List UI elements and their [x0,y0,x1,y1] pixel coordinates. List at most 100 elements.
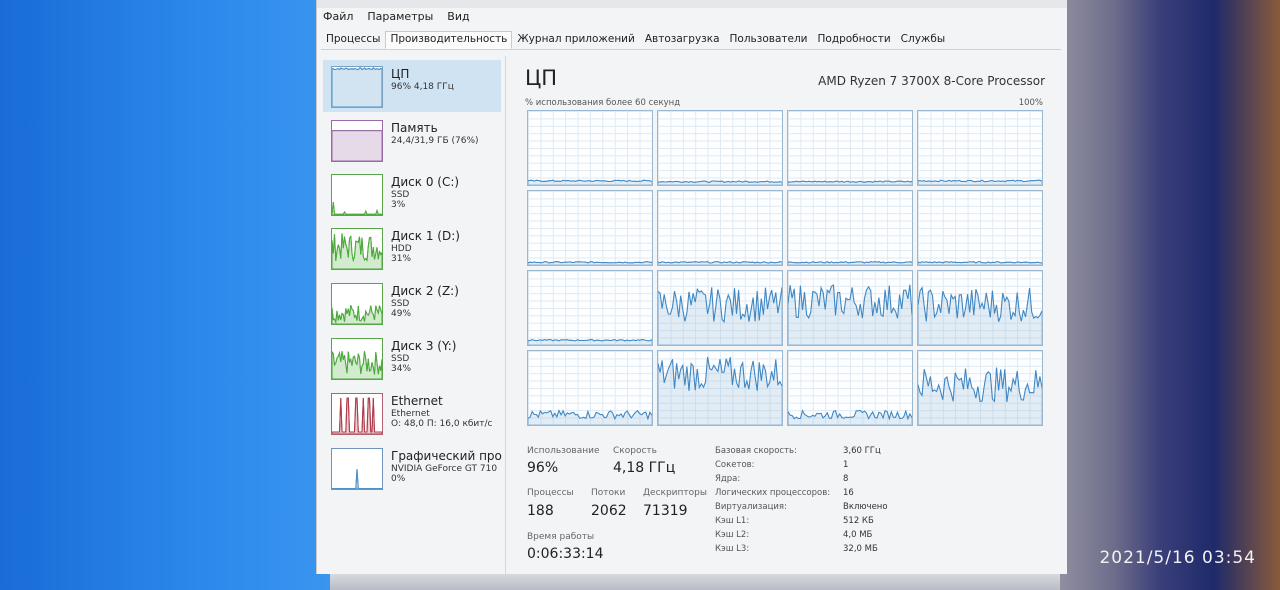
core-usage-svg [918,179,1042,185]
tab-details[interactable]: Подробности [813,31,896,49]
logical-processor-graph [657,110,783,186]
uptime-label: Время работы [527,532,595,542]
disk-thumbnail-graph [331,338,383,380]
disk-thumbnail-graph [331,283,383,325]
logical-processor-graph [787,110,913,186]
cores-value: 8 [843,474,849,484]
sidebar-title: Ethernet [391,394,443,408]
processes-label: Процессы [527,488,574,498]
base-speed-label: Базовая скорость: [715,446,797,456]
disk-thumbnail-graph [331,174,383,216]
disk0-thumb-trace [332,201,382,215]
processor-name: AMD Ryzen 7 3700X 8-Core Processor [818,74,1045,88]
ethernet-thumbnail-graph [331,393,383,435]
l2-cache-label: Кэш L2: [715,530,750,540]
logical-processor-graph [787,190,913,266]
usage-value: 96% [527,460,559,476]
l3-cache-label: Кэш L3: [715,544,750,554]
sidebar-title: Диск 1 (D:) [391,229,460,243]
sidebar-subtitle: 24,4/31,9 ГБ (76%) [391,135,479,146]
l2-cache-value: 4,0 МБ [843,530,873,540]
sidebar-subtitle: 96% 4,18 ГГц [391,81,454,92]
threads-value: 2062 [591,503,627,519]
logical-processor-graph [917,190,1043,266]
monitor-bottom [330,572,1060,590]
tab-processes[interactable]: Процессы [321,31,385,49]
sidebar-title: Диск 3 (Y:) [391,339,457,353]
core-usage-area [918,367,1042,425]
sidebar-item-ethernet[interactable]: Ethernet Ethernet О: 48,0 П: 16,0 кбит/с [323,387,501,439]
sidebar-subtitle: NVIDIA GeForce GT 710 [391,463,498,474]
title-bar[interactable] [317,0,1067,8]
logical-processors-value: 16 [843,488,854,498]
sidebar-subtitle: HDD [391,243,412,254]
logical-processor-graph [917,110,1043,186]
photo-timestamp: 2021/5/16 03:54 [1099,548,1256,568]
sidebar-subtitle: SSD [391,298,410,309]
core-usage-svg [528,261,652,265]
handles-value: 71319 [643,503,688,519]
sidebar-subtitle: Ethernet [391,408,430,419]
tab-bar: Процессы Производительность Журнал прило… [321,31,1061,50]
core-usage-svg [658,180,782,185]
sidebar-subtitle: SSD [391,353,410,364]
sockets-value: 1 [843,460,849,470]
tab-users[interactable]: Пользователи [725,31,813,49]
speed-label: Скорость [613,446,657,456]
sidebar-item-cpu[interactable]: ЦП 96% 4,18 ГГц [323,60,501,112]
tab-services[interactable]: Службы [896,31,950,49]
menu-options[interactable]: Параметры [367,10,433,28]
core-usage-svg [788,284,912,345]
sidebar-item-disk-3[interactable]: Диск 3 (Y:) SSD 34% [323,332,501,384]
core-usage-trace [528,179,652,183]
menu-view[interactable]: Вид [447,10,469,28]
cpu-thumb-trace [332,67,382,71]
tab-app-history[interactable]: Журнал приложений [512,31,639,49]
handles-label: Дескрипторы [643,488,707,498]
sidebar-title: Память [391,121,438,135]
core-usage-area [658,287,782,345]
eth-thumb-line [332,397,382,434]
l3-cache-value: 32,0 МБ [843,544,878,554]
core-usage-svg [788,261,912,265]
tab-startup[interactable]: Автозагрузка [640,31,725,49]
logical-processor-graph [657,190,783,266]
logical-processor-graphs[interactable] [527,110,1043,428]
cpu-detail-panel: ЦП AMD Ryzen 7 3700X 8-Core Processor % … [521,56,1061,574]
usage-label: Использование [527,446,600,456]
sidebar-value: 0% [391,474,406,485]
disk2-thumb-line [332,305,382,324]
tab-performance[interactable]: Производительность [385,31,513,49]
core-usage-svg [658,356,782,425]
sidebar-item-gpu[interactable]: Графический про NVIDIA GeForce GT 710 0% [323,442,502,494]
sidebar-value: 31% [391,254,412,265]
sidebar-item-memory[interactable]: Память 24,4/31,9 ГБ (76%) [323,114,501,166]
threads-label: Потоки [591,488,626,498]
cpu-thumb-area [332,67,382,107]
logical-processor-graph [917,270,1043,346]
core-usage-trace [918,179,1042,183]
sidebar-item-disk-0[interactable]: Диск 0 (C:) SSD 3% [323,168,501,220]
speed-value: 4,18 ГГц [613,460,676,476]
core-usage-trace [788,180,912,183]
core-usage-svg [528,179,652,185]
graph-caption: % использования более 60 секунд [525,98,681,108]
core-usage-svg [918,286,1042,345]
sidebar-item-disk-2[interactable]: Диск 2 (Z:) SSD 49% [323,277,501,329]
cpu-stats: Использование 96% Скорость 4,18 ГГц Проц… [527,446,1057,572]
disk1-thumb-line [332,233,382,269]
disk0-thumb-line [332,201,382,215]
cores-label: Ядра: [715,474,741,484]
sidebar-value: О: 48,0 П: 16,0 кбит/с [391,419,493,430]
disk0-thumb-area [332,201,382,215]
sidebar-title: Диск 0 (C:) [391,175,460,189]
logical-processor-graph [527,110,653,186]
core-usage-svg [658,287,782,345]
logical-processor-graph [657,350,783,426]
core-usage-svg [528,409,652,425]
task-manager-window: Файл Параметры Вид Процессы Производител… [316,0,1067,574]
sidebar-title: Графический про [391,449,502,463]
sidebar-item-disk-1[interactable]: Диск 1 (D:) HDD 31% [323,222,501,274]
logical-processor-graph [527,270,653,346]
menu-file[interactable]: Файл [323,10,353,28]
